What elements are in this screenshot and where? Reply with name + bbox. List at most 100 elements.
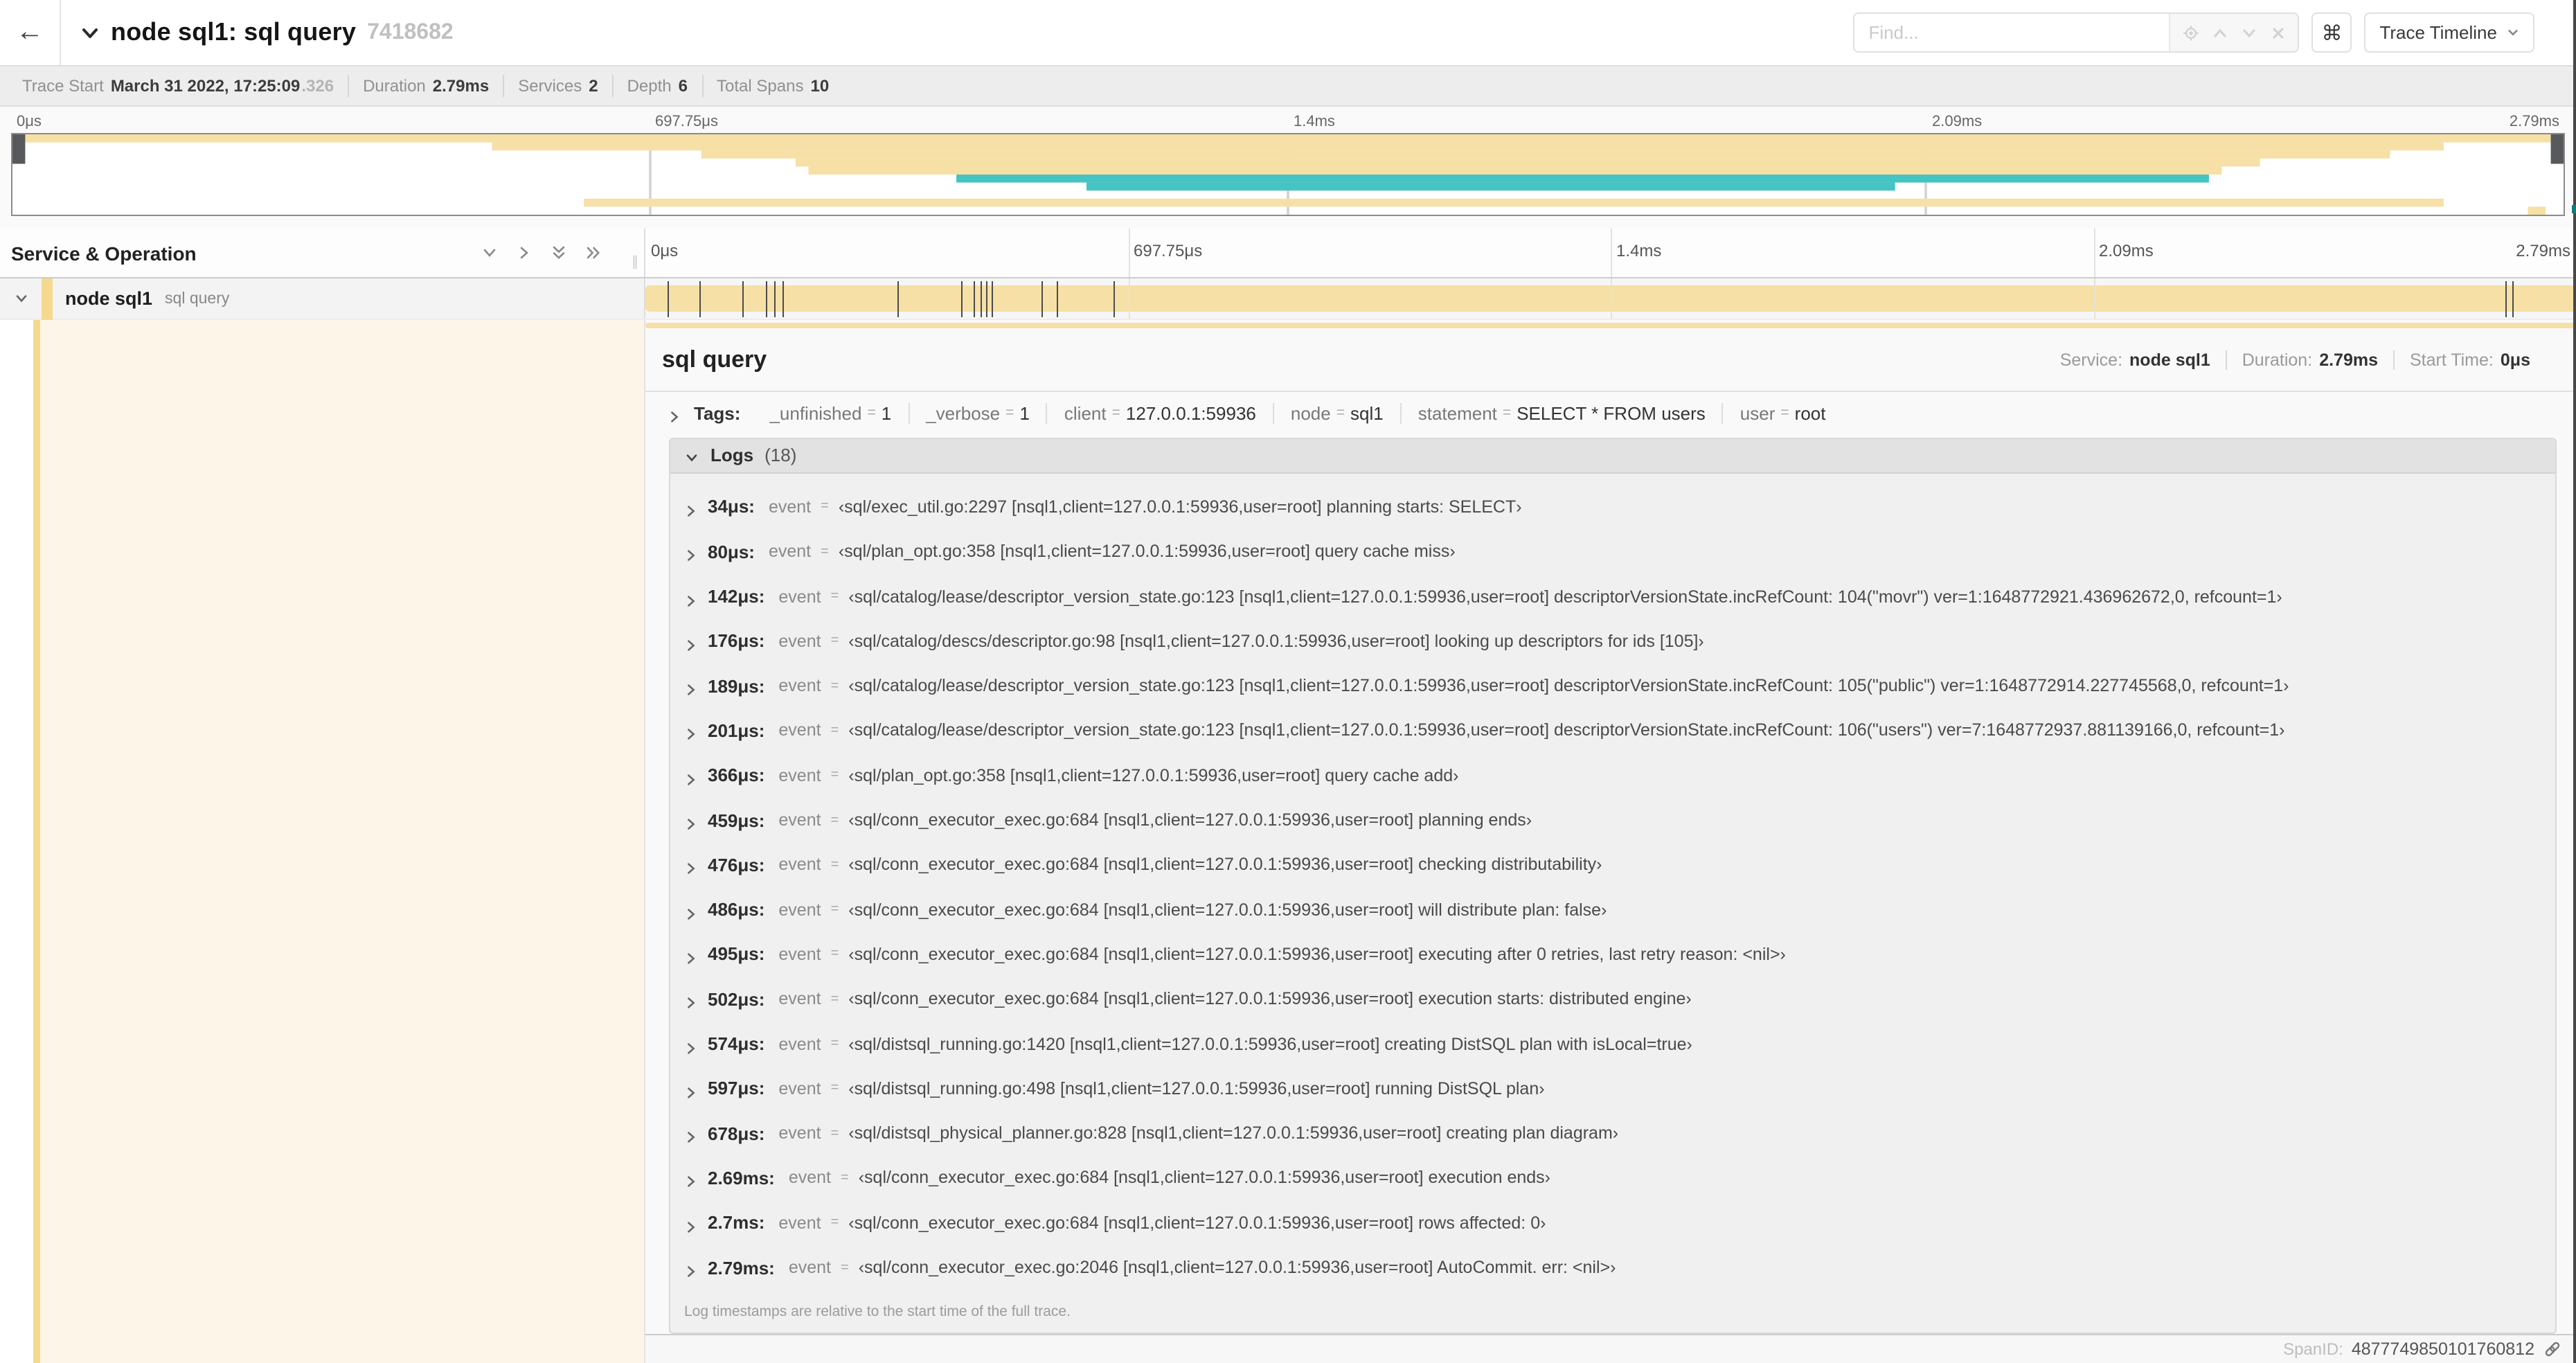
log-event-tick: [2512, 281, 2514, 317]
log-event-tick: [1113, 281, 1115, 317]
log-field-name: event: [778, 631, 821, 651]
expand-all-double-chevron-right-icon[interactable]: [584, 244, 602, 262]
timeline-ruler: 0μs 697.75μs 1.4ms 2.09ms 2.79ms: [645, 229, 2576, 277]
log-expand-chevron-right-icon[interactable]: [684, 1215, 698, 1233]
span-detail-panel: sql query Service: node sql1 Duration: 2.79…: [645, 331, 2576, 1336]
span-name-cell[interactable]: node sql1 sql query: [0, 278, 645, 319]
span-overview-meta: Service: node sql1 Duration: 2.79ms Start Ti…: [2045, 350, 2546, 371]
tag-item[interactable]: client = 127.0.0.1:59936: [1046, 402, 1273, 424]
log-event-value: ‹sql/conn_executor_exec.go:684 [nsql1,cl…: [858, 1168, 1551, 1188]
equals-sign: =: [841, 1170, 849, 1186]
log-expand-chevron-right-icon[interactable]: [684, 545, 698, 562]
log-row[interactable]: 2.69ms: event = ‹sql/conn_executor_exec.go:…: [670, 1156, 2555, 1201]
scrollbar-edge[interactable]: [2572, 0, 2576, 1363]
log-row[interactable]: 486μs: event = ‹sql/conn_executor_exec.go:6…: [670, 887, 2555, 932]
log-event-tick: [667, 281, 669, 317]
log-expand-chevron-right-icon[interactable]: [684, 813, 698, 830]
log-event-value: ‹sql/plan_opt.go:358 [nsql1,client=127.0…: [838, 542, 1456, 562]
tags-expand-chevron-right-icon[interactable]: [668, 407, 681, 423]
log-expand-chevron-right-icon[interactable]: [684, 1082, 698, 1098]
log-expand-chevron-right-icon[interactable]: [684, 589, 698, 606]
deep-link-icon[interactable]: [2543, 1339, 2562, 1359]
expand-one-chevron-right-icon[interactable]: [515, 244, 533, 262]
tags-row[interactable]: Tags: _unfinished = 1 _verbose = 1 client = 127.…: [645, 392, 2576, 435]
view-dropdown-label: Trace Timeline: [2379, 22, 2497, 43]
log-row[interactable]: 459μs: event = ‹sql/conn_executor_exec.go:6…: [670, 798, 2555, 843]
log-expand-chevron-right-icon[interactable]: [684, 634, 698, 651]
span-detail-title: sql query: [662, 346, 767, 373]
log-expand-chevron-right-icon[interactable]: [684, 1126, 698, 1143]
span-bar-cell[interactable]: [645, 278, 2576, 319]
log-row[interactable]: 2.7ms: event = ‹sql/conn_executor_exec.go:6…: [670, 1200, 2555, 1245]
log-row[interactable]: 476μs: event = ‹sql/conn_executor_exec.go:6…: [670, 842, 2555, 887]
log-expand-chevron-right-icon[interactable]: [684, 500, 698, 517]
clear-search-x-icon[interactable]: [2263, 18, 2292, 47]
span-collapse-chevron-icon[interactable]: [0, 291, 42, 306]
log-field-name: event: [778, 720, 821, 740]
trace-title-group[interactable]: node sql1: sql query 7418682: [61, 18, 1853, 47]
minimap-viewport[interactable]: [11, 133, 2565, 216]
log-row[interactable]: 80μs: event = ‹sql/plan_opt.go:358 [nsql1,c…: [670, 529, 2555, 574]
back-button[interactable]: ←: [0, 0, 61, 65]
service-color-accent: [42, 278, 53, 319]
log-row[interactable]: 2.79ms: event = ‹sql/conn_executor_exec.go:…: [670, 1245, 2555, 1290]
log-timestamp: 502μs:: [708, 988, 765, 1010]
tag-item[interactable]: _verbose = 1: [908, 402, 1046, 424]
log-row[interactable]: 189μs: event = ‹sql/catalog/lease/descripto…: [670, 663, 2555, 709]
log-row[interactable]: 597μs: event = ‹sql/distsql_running.go:498 …: [670, 1066, 2555, 1111]
log-event-tick: [986, 281, 988, 317]
keyboard-shortcuts-button[interactable]: ⌘: [2311, 12, 2352, 53]
logs-header[interactable]: Logs (18): [670, 438, 2555, 474]
prev-match-chevron-up-icon[interactable]: [2205, 18, 2234, 47]
log-event-value: ‹sql/conn_executor_exec.go:684 [nsql1,cl…: [848, 900, 1607, 920]
log-expand-chevron-right-icon[interactable]: [684, 679, 698, 695]
equals-sign: =: [830, 722, 839, 738]
next-match-chevron-down-icon[interactable]: [2234, 18, 2263, 47]
log-timestamp: 476μs:: [708, 854, 765, 875]
log-row[interactable]: 201μs: event = ‹sql/catalog/lease/descripto…: [670, 709, 2555, 754]
log-expand-chevron-right-icon[interactable]: [684, 1037, 698, 1053]
log-row[interactable]: 142μs: event = ‹sql/catalog/lease/descripto…: [670, 574, 2555, 619]
log-expand-chevron-right-icon[interactable]: [684, 1260, 698, 1277]
log-event-value: ‹sql/conn_executor_exec.go:684 [nsql1,cl…: [848, 944, 1786, 964]
log-row[interactable]: 495μs: event = ‹sql/conn_executor_exec.go:6…: [670, 932, 2555, 977]
locate-icon[interactable]: [2176, 18, 2205, 47]
log-expand-chevron-right-icon[interactable]: [684, 947, 698, 964]
log-field-name: event: [788, 1168, 832, 1188]
equals-sign: =: [821, 544, 829, 560]
log-expand-chevron-right-icon[interactable]: [684, 902, 698, 919]
tag-item[interactable]: user = root: [1721, 402, 1843, 424]
find-input[interactable]: [1854, 14, 2170, 51]
log-row[interactable]: 176μs: event = ‹sql/catalog/descs/descripto…: [670, 618, 2555, 663]
tag-item[interactable]: node = sql1: [1272, 402, 1400, 424]
column-resizer-handle[interactable]: ∥: [632, 255, 640, 270]
span-meta-item: Start Time: 0μs: [2393, 350, 2546, 371]
view-dropdown-button[interactable]: Trace Timeline: [2364, 12, 2534, 53]
log-event-value: ‹sql/catalog/descs/descriptor.go:98 [nsq…: [848, 631, 1704, 651]
collapse-one-chevron-down-icon[interactable]: [481, 244, 499, 262]
log-expand-chevron-right-icon[interactable]: [684, 768, 698, 785]
log-row[interactable]: 574μs: event = ‹sql/distsql_running.go:1420…: [670, 1022, 2555, 1067]
log-event-tick: [980, 281, 982, 317]
trace-info-value: 2: [589, 76, 598, 96]
log-expand-chevron-right-icon[interactable]: [684, 992, 698, 1009]
log-expand-chevron-right-icon[interactable]: [684, 1171, 698, 1188]
log-row[interactable]: 678μs: event = ‹sql/distsql_physical_planne…: [670, 1111, 2555, 1156]
log-expand-chevron-right-icon[interactable]: [684, 858, 698, 875]
expanded-row-background: [40, 320, 644, 1363]
tag-item[interactable]: _unfinished = 1: [753, 403, 908, 424]
equals-sign: =: [830, 1125, 839, 1141]
equals-sign: =: [821, 499, 829, 515]
collapse-all-double-chevron-down-icon[interactable]: [550, 244, 568, 262]
trace-info-label: Depth: [627, 76, 672, 96]
log-row[interactable]: 34μs: event = ‹sql/exec_util.go:2297 [nsql1…: [670, 485, 2555, 530]
log-row[interactable]: 366μs: event = ‹sql/plan_opt.go:358 [nsql1,…: [670, 753, 2555, 798]
log-row[interactable]: 502μs: event = ‹sql/conn_executor_exec.go:6…: [670, 977, 2555, 1022]
tag-item[interactable]: statement = SELECT * FROM users: [1399, 402, 1722, 424]
log-field-name: event: [778, 989, 821, 1009]
log-expand-chevron-right-icon[interactable]: [684, 724, 698, 740]
equals-sign: =: [830, 991, 839, 1007]
logs-collapse-chevron-down-icon[interactable]: [684, 448, 699, 463]
tags-label: Tags:: [694, 402, 741, 424]
collapse-trace-chevron-icon[interactable]: [80, 23, 100, 42]
